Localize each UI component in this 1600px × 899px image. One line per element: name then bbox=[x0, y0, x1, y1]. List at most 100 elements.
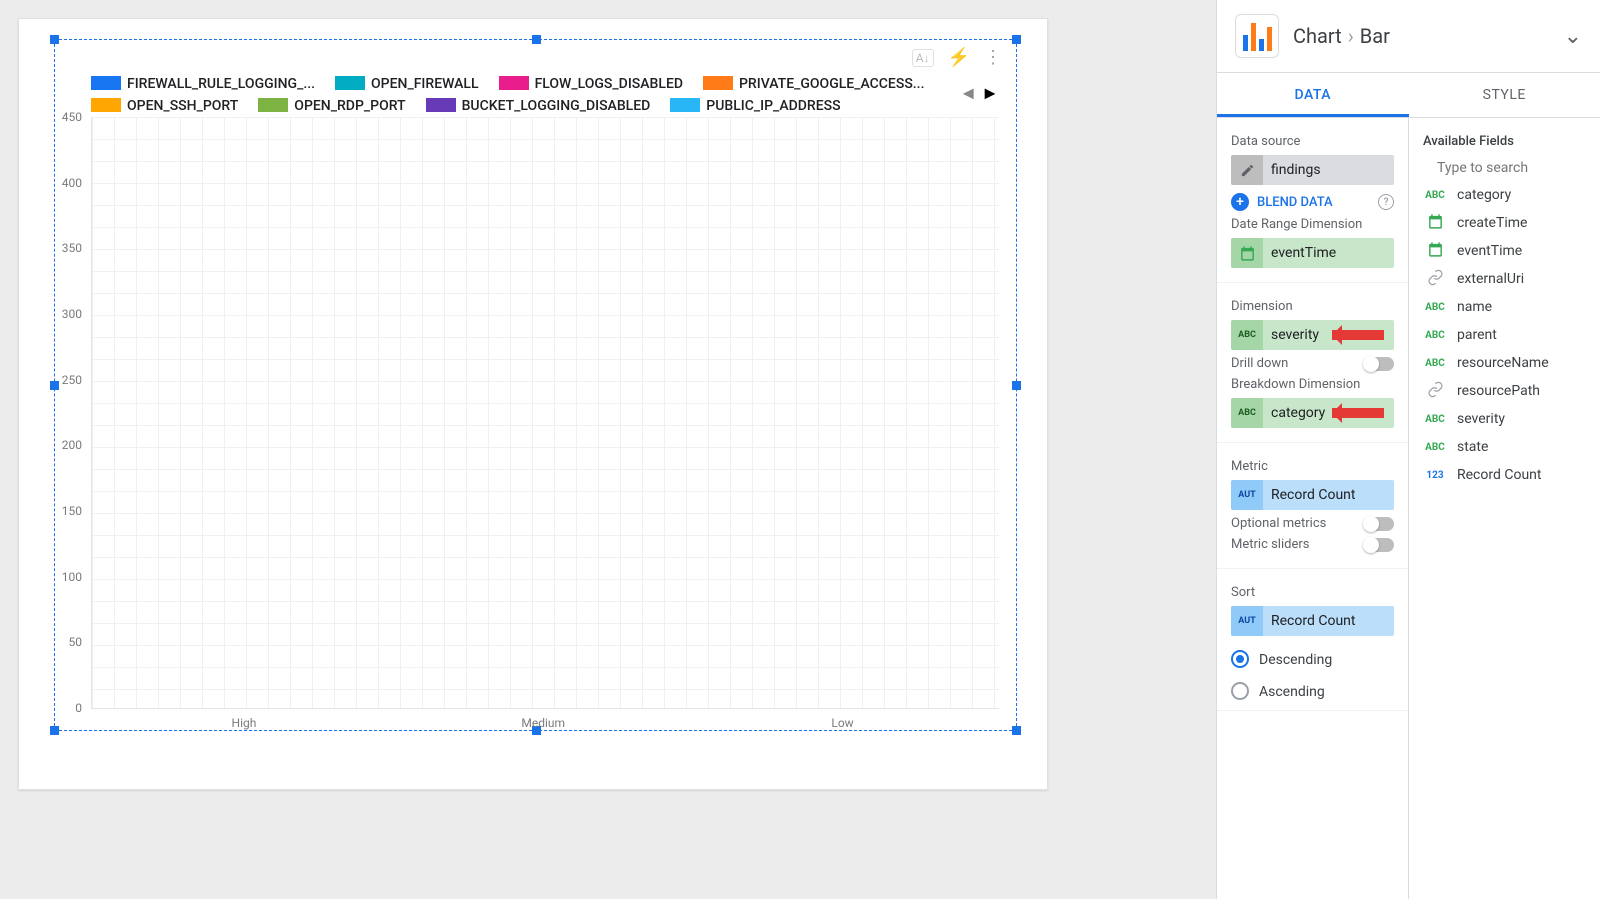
field-parent[interactable]: ABCparent bbox=[1423, 321, 1586, 349]
field-resourceName[interactable]: ABCresourceName bbox=[1423, 349, 1586, 377]
field-search[interactable] bbox=[1423, 155, 1586, 181]
asc-label: Ascending bbox=[1259, 684, 1325, 700]
y-tick: 450 bbox=[62, 110, 82, 124]
breakdown-value: category bbox=[1263, 405, 1325, 421]
crumb-sep: › bbox=[1348, 24, 1354, 48]
sliders-toggle[interactable] bbox=[1364, 538, 1394, 552]
datasource-name: findings bbox=[1263, 162, 1321, 178]
tab-data[interactable]: DATA bbox=[1217, 73, 1409, 117]
crumb-chart: Chart bbox=[1293, 24, 1342, 48]
breadcrumb: Chart›Bar bbox=[1293, 24, 1390, 48]
sort-ascending[interactable]: Ascending bbox=[1231, 682, 1394, 700]
annotation-arrow bbox=[1332, 330, 1384, 340]
resize-handle[interactable] bbox=[50, 726, 59, 735]
label-metric: Metric bbox=[1231, 459, 1394, 474]
label-sliders: Metric sliders bbox=[1231, 537, 1309, 552]
chevron-down-icon[interactable]: ⌄ bbox=[1564, 24, 1582, 49]
side-panel: Chart›Bar ⌄ DATA STYLE Data source findi… bbox=[1216, 0, 1600, 899]
daterange-value: eventTime bbox=[1263, 245, 1336, 261]
field-category[interactable]: ABCcategory bbox=[1423, 181, 1586, 209]
sort-descending[interactable]: Descending bbox=[1231, 650, 1394, 668]
legend-item[interactable]: PUBLIC_IP_ADDRESS bbox=[670, 95, 840, 117]
label-daterange: Date Range Dimension bbox=[1231, 217, 1394, 232]
chart-legend: FIREWALL_RULE_LOGGING_... OPEN_FIREWALL FL… bbox=[91, 73, 967, 117]
help-icon[interactable]: ? bbox=[1378, 194, 1394, 210]
aut-icon: AUT bbox=[1231, 606, 1263, 636]
field-Record Count[interactable]: 123Record Count bbox=[1423, 461, 1586, 489]
field-externalUri[interactable]: externalUri bbox=[1423, 265, 1586, 293]
resize-handle[interactable] bbox=[1012, 35, 1021, 44]
abc-icon: ABC bbox=[1231, 398, 1263, 428]
label-breakdown: Breakdown Dimension bbox=[1231, 377, 1394, 392]
drilldown-toggle[interactable] bbox=[1364, 357, 1394, 371]
plot-area: 050100150200250300350400450HighMediumLow bbox=[91, 117, 999, 709]
y-tick: 400 bbox=[62, 176, 82, 190]
legend-item[interactable]: PRIVATE_GOOGLE_ACCESS... bbox=[703, 73, 924, 95]
datasource-chip[interactable]: findings bbox=[1231, 155, 1394, 185]
legend-item[interactable]: OPEN_SSH_PORT bbox=[91, 95, 238, 117]
resize-handle[interactable] bbox=[50, 35, 59, 44]
radio-on-icon bbox=[1231, 650, 1249, 668]
field-name[interactable]: ABCname bbox=[1423, 293, 1586, 321]
legend-pager: ◄► bbox=[959, 83, 999, 104]
sort-value: Record Count bbox=[1263, 613, 1355, 629]
metric-value: Record Count bbox=[1263, 487, 1355, 503]
legend-item[interactable]: BUCKET_LOGGING_DISABLED bbox=[426, 95, 651, 117]
daterange-chip[interactable]: eventTime bbox=[1231, 238, 1394, 268]
aut-icon: AUT bbox=[1231, 480, 1263, 510]
legend-next-icon[interactable]: ► bbox=[981, 83, 999, 104]
legend-item[interactable]: OPEN_FIREWALL bbox=[335, 73, 479, 95]
chart-type-icon[interactable] bbox=[1235, 14, 1279, 58]
tab-style[interactable]: STYLE bbox=[1409, 73, 1600, 117]
dimension-value: severity bbox=[1263, 327, 1319, 343]
desc-label: Descending bbox=[1259, 652, 1332, 668]
dimension-chip[interactable]: ABC severity bbox=[1231, 320, 1394, 350]
label-datasource: Data source bbox=[1231, 134, 1394, 149]
crumb-bar: Bar bbox=[1360, 24, 1390, 48]
y-tick: 50 bbox=[69, 635, 83, 649]
annotation-arrow bbox=[1332, 408, 1384, 418]
legend-prev-icon[interactable]: ◄ bbox=[959, 83, 977, 104]
resize-handle[interactable] bbox=[50, 381, 59, 390]
breakdown-chip[interactable]: ABC category bbox=[1231, 398, 1394, 428]
y-tick: 350 bbox=[62, 241, 82, 255]
y-tick: 150 bbox=[62, 504, 82, 518]
y-tick: 100 bbox=[62, 570, 82, 584]
optmetric-toggle[interactable] bbox=[1364, 517, 1394, 531]
pencil-icon bbox=[1231, 155, 1263, 185]
label-available-fields: Available Fields bbox=[1423, 134, 1586, 149]
abc-icon: ABC bbox=[1231, 320, 1263, 350]
label-sort: Sort bbox=[1231, 585, 1394, 600]
y-tick: 300 bbox=[62, 307, 82, 321]
resize-handle[interactable] bbox=[1012, 381, 1021, 390]
search-input[interactable] bbox=[1435, 159, 1600, 177]
resize-handle[interactable] bbox=[1012, 726, 1021, 735]
field-resourcePath[interactable]: resourcePath bbox=[1423, 377, 1586, 405]
blend-label: BLEND DATA bbox=[1257, 195, 1333, 210]
field-eventTime[interactable]: eventTime bbox=[1423, 237, 1586, 265]
sort-chip[interactable]: AUT Record Count bbox=[1231, 606, 1394, 636]
panel-header: Chart›Bar ⌄ bbox=[1217, 0, 1600, 73]
legend-item[interactable]: FLOW_LOGS_DISABLED bbox=[499, 73, 683, 95]
resize-handle[interactable] bbox=[532, 35, 541, 44]
plus-circle-icon: + bbox=[1231, 193, 1249, 211]
field-createTime[interactable]: createTime bbox=[1423, 209, 1586, 237]
y-tick: 200 bbox=[62, 438, 82, 452]
x-tick: High bbox=[232, 716, 257, 730]
available-fields-column: Available Fields ABCcategorycreateTimeev… bbox=[1409, 118, 1600, 899]
blend-data-button[interactable]: + BLEND DATA ? bbox=[1231, 193, 1394, 211]
y-tick: 250 bbox=[62, 373, 82, 387]
metric-chip[interactable]: AUT Record Count bbox=[1231, 480, 1394, 510]
x-tick: Medium bbox=[521, 716, 565, 730]
legend-item[interactable]: OPEN_RDP_PORT bbox=[258, 95, 405, 117]
legend-item[interactable]: FIREWALL_RULE_LOGGING_... bbox=[91, 73, 315, 95]
panel-tabs: DATA STYLE bbox=[1217, 73, 1600, 118]
chart-card[interactable]: A↓ ⚡ ⋮ FIREWALL_RULE_LOGGING_...OPEN_FIR… bbox=[18, 18, 1048, 790]
radio-off-icon bbox=[1231, 682, 1249, 700]
field-severity[interactable]: ABCseverity bbox=[1423, 405, 1586, 433]
label-optmetric: Optional metrics bbox=[1231, 516, 1326, 531]
label-dimension: Dimension bbox=[1231, 299, 1394, 314]
field-state[interactable]: ABCstate bbox=[1423, 433, 1586, 461]
y-tick: 0 bbox=[75, 701, 82, 715]
report-canvas[interactable]: A↓ ⚡ ⋮ FIREWALL_RULE_LOGGING_...OPEN_FIR… bbox=[0, 0, 1216, 899]
